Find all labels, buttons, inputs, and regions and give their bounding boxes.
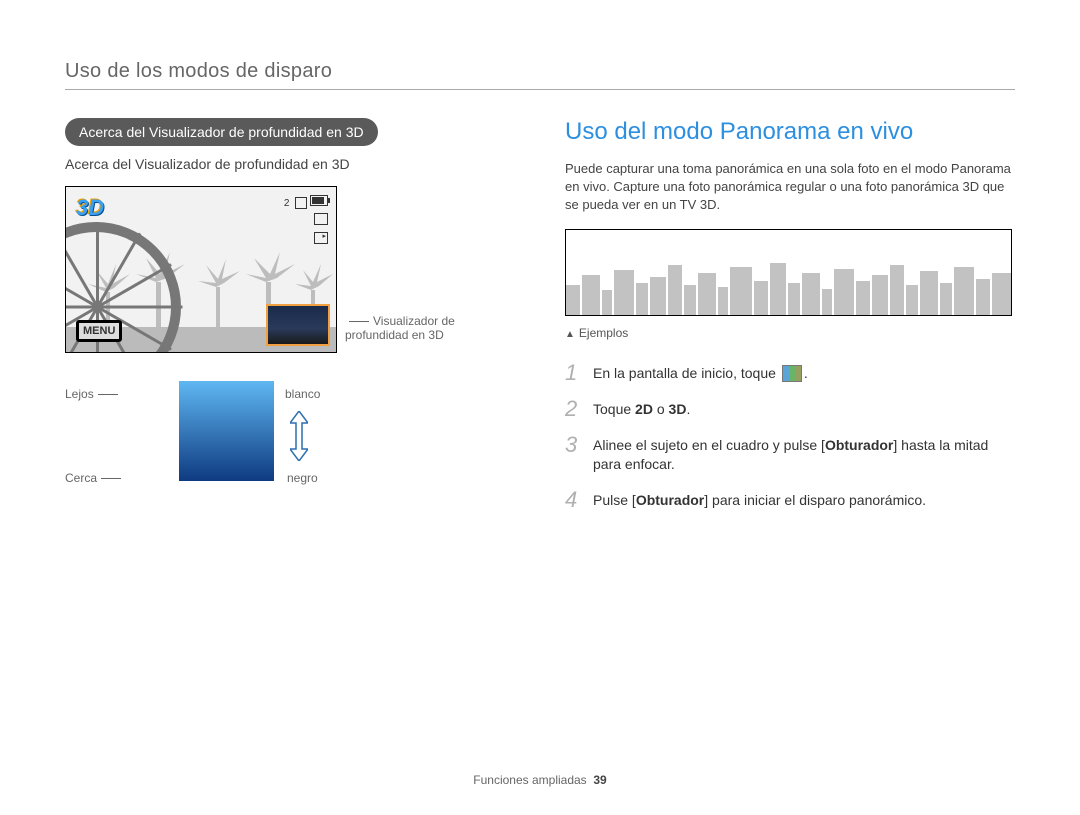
label-cerca: Cerca — [65, 471, 97, 485]
camera-preview: 3D 2 ▸ MENU — [65, 186, 337, 353]
battery-icon — [310, 195, 328, 206]
label-negro: negro — [287, 471, 318, 485]
page-header: Uso de los modos de disparo — [65, 60, 1015, 90]
label-lejos: Lejos — [65, 387, 94, 401]
panorama-mode-icon — [782, 365, 802, 382]
page-footer: Funciones ampliadas 39 — [0, 773, 1080, 787]
step-2: 2 Toque 2D o 3D. — [565, 398, 1015, 420]
right-column: Uso del modo Panorama en vivo Puede capt… — [565, 118, 1015, 525]
step-1: 1 En la pantalla de inicio, toque . — [565, 362, 1015, 384]
depth-viewer-thumbnail — [266, 304, 330, 346]
status-indicators: 2 ▸ — [284, 195, 328, 249]
step-number: 1 — [565, 362, 587, 384]
step-4: 4 Pulse [Obturador] para iniciar el disp… — [565, 489, 1015, 511]
section-title: Uso del modo Panorama en vivo — [565, 118, 1015, 146]
panorama-example-image — [565, 229, 1012, 316]
menu-badge: MENU — [76, 320, 122, 342]
intro-paragraph: Puede capturar una toma panorámica en un… — [565, 160, 1015, 215]
triangle-up-icon: ▲ — [565, 329, 575, 340]
annotation-depth-viewer: Visualizador de profundidad en 3D — [345, 314, 505, 342]
step-number: 2 — [565, 398, 587, 420]
pill-heading: Acerca del Visualizador de profundidad e… — [65, 118, 378, 146]
bidirectional-arrow-icon — [290, 411, 308, 461]
gradient-swatch — [179, 381, 274, 481]
steps-list: 1 En la pantalla de inicio, toque . 2 To… — [565, 362, 1015, 511]
step-3: 3 Alinee el sujeto en el cuadro y pulse … — [565, 434, 1015, 475]
step-number: 4 — [565, 489, 587, 511]
depth-gradient-diagram: Lejos Cerca blanco negro — [65, 381, 365, 501]
label-blanco: blanco — [285, 387, 320, 401]
left-column: Acerca del Visualizador de profundidad e… — [65, 118, 505, 525]
shot-count: 2 — [284, 198, 290, 209]
subheading: Acerca del Visualizador de profundidad e… — [65, 156, 505, 172]
3d-logo-icon: 3D — [76, 195, 104, 221]
examples-caption: ▲Ejemplos — [565, 326, 1015, 340]
step-number: 3 — [565, 434, 587, 456]
